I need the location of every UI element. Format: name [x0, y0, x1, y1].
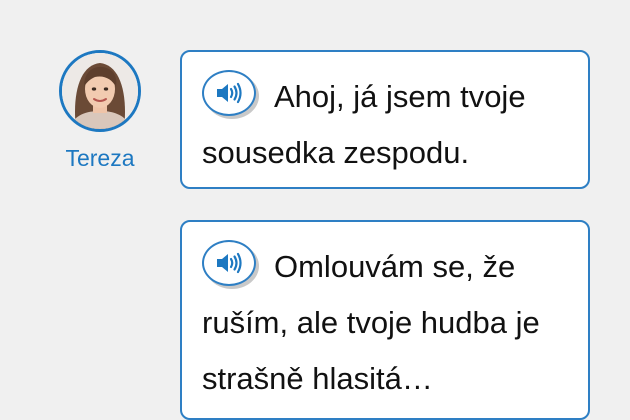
speaker: Tereza: [56, 50, 144, 172]
speaker-name: Tereza: [65, 145, 135, 171]
avatar: [59, 50, 141, 132]
speaker-icon: [217, 252, 242, 273]
play-audio-button[interactable]: [202, 69, 256, 116]
woman-portrait-icon: [62, 53, 138, 129]
message-bubble: Ahoj, já jsem tvoje sousedka zespodu.: [180, 50, 590, 189]
play-audio-button[interactable]: [202, 239, 256, 286]
message-bubble: Omlouvám se, že ruším, ale tvoje hudba j…: [180, 220, 590, 420]
speaker-icon: [217, 82, 242, 103]
